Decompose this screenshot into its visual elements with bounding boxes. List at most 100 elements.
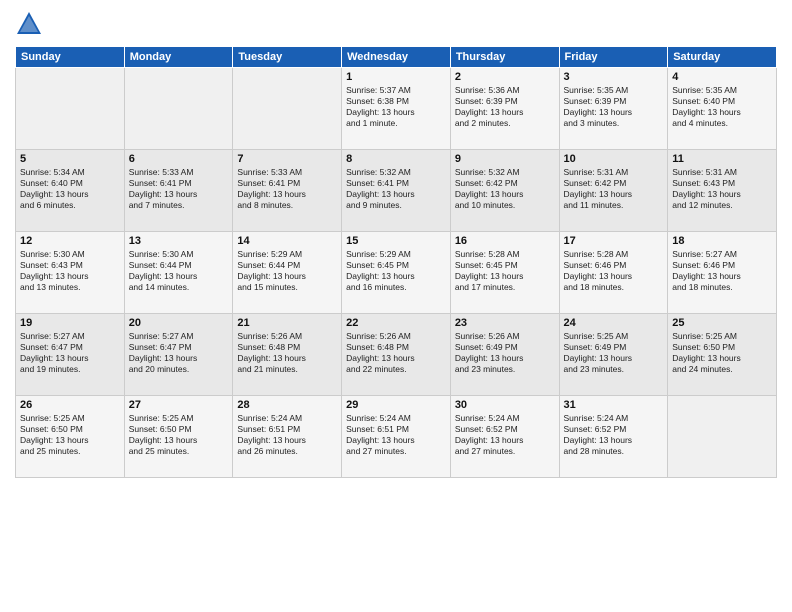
- cell-info: Sunrise: 5:30 AM Sunset: 6:44 PM Dayligh…: [129, 249, 229, 293]
- calendar-week: 12 Sunrise: 5:30 AM Sunset: 6:43 PM Dayli…: [16, 232, 777, 314]
- cell-info: Sunrise: 5:24 AM Sunset: 6:52 PM Dayligh…: [564, 413, 664, 457]
- cell-info: Sunrise: 5:27 AM Sunset: 6:47 PM Dayligh…: [20, 331, 120, 375]
- day-number: 13: [129, 235, 229, 247]
- calendar-cell: [668, 396, 777, 478]
- calendar-cell: 25 Sunrise: 5:25 AM Sunset: 6:50 PM Dayli…: [668, 314, 777, 396]
- day-number: 6: [129, 153, 229, 165]
- cell-info: Sunrise: 5:25 AM Sunset: 6:50 PM Dayligh…: [672, 331, 772, 375]
- day-number: 5: [20, 153, 120, 165]
- calendar-cell: 26Sunrise: 5:25 AM Sunset: 6:50 PM Dayli…: [16, 396, 125, 478]
- calendar-week: 1 Sunrise: 5:37 AM Sunset: 6:38 PM Daylig…: [16, 68, 777, 150]
- calendar-cell: 20 Sunrise: 5:27 AM Sunset: 6:47 PM Dayli…: [124, 314, 233, 396]
- day-number: 4: [672, 71, 772, 83]
- day-number: 27: [129, 399, 229, 411]
- calendar-cell: 18Sunrise: 5:27 AM Sunset: 6:46 PM Dayli…: [668, 232, 777, 314]
- day-number: 1: [346, 71, 446, 83]
- weekday-header: Friday: [559, 47, 668, 68]
- calendar-cell: 9 Sunrise: 5:32 AM Sunset: 6:42 PM Daylig…: [450, 150, 559, 232]
- day-number: 19: [20, 317, 120, 329]
- cell-info: Sunrise: 5:27 AM Sunset: 6:46 PM Dayligh…: [672, 249, 772, 293]
- calendar-cell: 7 Sunrise: 5:33 AM Sunset: 6:41 PM Daylig…: [233, 150, 342, 232]
- calendar-cell: 8Sunrise: 5:32 AM Sunset: 6:41 PM Daylig…: [342, 150, 451, 232]
- day-number: 9: [455, 153, 555, 165]
- cell-info: Sunrise: 5:24 AM Sunset: 6:52 PM Dayligh…: [455, 413, 555, 457]
- day-number: 14: [237, 235, 337, 247]
- calendar-cell: 29 Sunrise: 5:24 AM Sunset: 6:51 PM Dayli…: [342, 396, 451, 478]
- calendar-week: 26Sunrise: 5:25 AM Sunset: 6:50 PM Dayli…: [16, 396, 777, 478]
- weekday-header: Wednesday: [342, 47, 451, 68]
- calendar-cell: 19 Sunrise: 5:27 AM Sunset: 6:47 PM Dayli…: [16, 314, 125, 396]
- cell-info: Sunrise: 5:27 AM Sunset: 6:47 PM Dayligh…: [129, 331, 229, 375]
- calendar-cell: 1 Sunrise: 5:37 AM Sunset: 6:38 PM Daylig…: [342, 68, 451, 150]
- day-number: 30: [455, 399, 555, 411]
- calendar-cell: 14 Sunrise: 5:29 AM Sunset: 6:44 PM Dayli…: [233, 232, 342, 314]
- weekday-header: Monday: [124, 47, 233, 68]
- cell-info: Sunrise: 5:36 AM Sunset: 6:39 PM Dayligh…: [455, 85, 555, 129]
- day-number: 28: [237, 399, 337, 411]
- calendar-week: 19 Sunrise: 5:27 AM Sunset: 6:47 PM Dayli…: [16, 314, 777, 396]
- calendar-cell: 10 Sunrise: 5:31 AM Sunset: 6:42 PM Dayli…: [559, 150, 668, 232]
- calendar-cell: 22 Sunrise: 5:26 AM Sunset: 6:48 PM Dayli…: [342, 314, 451, 396]
- cell-info: Sunrise: 5:29 AM Sunset: 6:44 PM Dayligh…: [237, 249, 337, 293]
- cell-info: Sunrise: 5:25 AM Sunset: 6:49 PM Dayligh…: [564, 331, 664, 375]
- day-number: 25: [672, 317, 772, 329]
- weekday-row: SundayMondayTuesdayWednesdayThursdayFrid…: [16, 47, 777, 68]
- day-number: 22: [346, 317, 446, 329]
- day-number: 7: [237, 153, 337, 165]
- calendar-cell: 6 Sunrise: 5:33 AM Sunset: 6:41 PM Daylig…: [124, 150, 233, 232]
- cell-info: Sunrise: 5:32 AM Sunset: 6:42 PM Dayligh…: [455, 167, 555, 211]
- cell-info: Sunrise: 5:24 AM Sunset: 6:51 PM Dayligh…: [346, 413, 446, 457]
- cell-info: Sunrise: 5:35 AM Sunset: 6:39 PM Dayligh…: [564, 85, 664, 129]
- cell-info: Sunrise: 5:26 AM Sunset: 6:48 PM Dayligh…: [237, 331, 337, 375]
- cell-info: Sunrise: 5:33 AM Sunset: 6:41 PM Dayligh…: [237, 167, 337, 211]
- cell-info: Sunrise: 5:31 AM Sunset: 6:43 PM Dayligh…: [672, 167, 772, 211]
- cell-info: Sunrise: 5:33 AM Sunset: 6:41 PM Dayligh…: [129, 167, 229, 211]
- calendar-cell: 4 Sunrise: 5:35 AM Sunset: 6:40 PM Daylig…: [668, 68, 777, 150]
- day-number: 3: [564, 71, 664, 83]
- calendar-cell: 2 Sunrise: 5:36 AM Sunset: 6:39 PM Daylig…: [450, 68, 559, 150]
- cell-info: Sunrise: 5:29 AM Sunset: 6:45 PM Dayligh…: [346, 249, 446, 293]
- calendar-cell: 13 Sunrise: 5:30 AM Sunset: 6:44 PM Dayli…: [124, 232, 233, 314]
- cell-info: Sunrise: 5:31 AM Sunset: 6:42 PM Dayligh…: [564, 167, 664, 211]
- weekday-header: Thursday: [450, 47, 559, 68]
- calendar-cell: 3 Sunrise: 5:35 AM Sunset: 6:39 PM Daylig…: [559, 68, 668, 150]
- day-number: 21: [237, 317, 337, 329]
- cell-info: Sunrise: 5:37 AM Sunset: 6:38 PM Dayligh…: [346, 85, 446, 129]
- calendar-cell: 16 Sunrise: 5:28 AM Sunset: 6:45 PM Dayli…: [450, 232, 559, 314]
- cell-info: Sunrise: 5:26 AM Sunset: 6:48 PM Dayligh…: [346, 331, 446, 375]
- day-number: 24: [564, 317, 664, 329]
- calendar-cell: [233, 68, 342, 150]
- calendar-cell: 28Sunrise: 5:24 AM Sunset: 6:51 PM Dayli…: [233, 396, 342, 478]
- calendar-cell: 21 Sunrise: 5:26 AM Sunset: 6:48 PM Dayli…: [233, 314, 342, 396]
- weekday-header: Tuesday: [233, 47, 342, 68]
- calendar-cell: 24 Sunrise: 5:25 AM Sunset: 6:49 PM Dayli…: [559, 314, 668, 396]
- day-number: 12: [20, 235, 120, 247]
- day-number: 20: [129, 317, 229, 329]
- day-number: 31: [564, 399, 664, 411]
- calendar-cell: 31 Sunrise: 5:24 AM Sunset: 6:52 PM Dayli…: [559, 396, 668, 478]
- calendar-cell: [124, 68, 233, 150]
- day-number: 2: [455, 71, 555, 83]
- calendar-cell: 15Sunrise: 5:29 AM Sunset: 6:45 PM Dayli…: [342, 232, 451, 314]
- logo-icon: [15, 10, 43, 38]
- day-number: 16: [455, 235, 555, 247]
- calendar-cell: 30 Sunrise: 5:24 AM Sunset: 6:52 PM Dayli…: [450, 396, 559, 478]
- day-number: 11: [672, 153, 772, 165]
- cell-info: Sunrise: 5:28 AM Sunset: 6:46 PM Dayligh…: [564, 249, 664, 293]
- cell-info: Sunrise: 5:30 AM Sunset: 6:43 PM Dayligh…: [20, 249, 120, 293]
- day-number: 10: [564, 153, 664, 165]
- day-number: 29: [346, 399, 446, 411]
- cell-info: Sunrise: 5:34 AM Sunset: 6:40 PM Dayligh…: [20, 167, 120, 211]
- cell-info: Sunrise: 5:28 AM Sunset: 6:45 PM Dayligh…: [455, 249, 555, 293]
- cell-info: Sunrise: 5:26 AM Sunset: 6:49 PM Dayligh…: [455, 331, 555, 375]
- calendar-cell: 11 Sunrise: 5:31 AM Sunset: 6:43 PM Dayli…: [668, 150, 777, 232]
- page: SundayMondayTuesdayWednesdayThursdayFrid…: [0, 0, 792, 612]
- day-number: 23: [455, 317, 555, 329]
- calendar-cell: 23 Sunrise: 5:26 AM Sunset: 6:49 PM Dayli…: [450, 314, 559, 396]
- day-number: 17: [564, 235, 664, 247]
- cell-info: Sunrise: 5:35 AM Sunset: 6:40 PM Dayligh…: [672, 85, 772, 129]
- calendar: SundayMondayTuesdayWednesdayThursdayFrid…: [15, 46, 777, 478]
- calendar-cell: 5 Sunrise: 5:34 AM Sunset: 6:40 PM Daylig…: [16, 150, 125, 232]
- calendar-cell: 12 Sunrise: 5:30 AM Sunset: 6:43 PM Dayli…: [16, 232, 125, 314]
- cell-info: Sunrise: 5:25 AM Sunset: 6:50 PM Dayligh…: [20, 413, 120, 457]
